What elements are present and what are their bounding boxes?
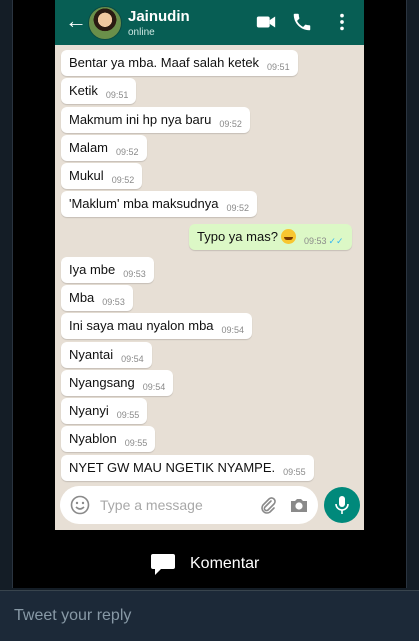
- message-text: 'Maklum' mba maksudnya: [69, 196, 219, 211]
- message-time: 09:54: [142, 382, 166, 392]
- message-bubble[interactable]: Nyangsang 09:54: [61, 370, 174, 396]
- message-time: 09:52: [219, 119, 242, 129]
- phone-call-icon[interactable]: [291, 11, 313, 33]
- whatsapp-screenshot: ← Jainudin online Bentar ya mba. Maaf sa…: [55, 0, 364, 530]
- message-text: Bentar ya mba. Maaf salah ketek: [69, 55, 260, 70]
- message-time: 09:55: [283, 467, 306, 477]
- comment-label: Komentar: [190, 555, 260, 572]
- message-text: Ketik: [69, 83, 98, 98]
- message-text: Nyanyi: [69, 403, 109, 418]
- microphone-icon: [335, 496, 349, 514]
- comment-button[interactable]: Komentar: [150, 551, 259, 577]
- message-bubble[interactable]: 'Maklum' mba maksudnya 09:52: [61, 191, 257, 217]
- chat-header: ← Jainudin online: [55, 0, 364, 45]
- message-bubble[interactable]: Mba 09:53: [61, 285, 133, 311]
- avatar[interactable]: [88, 6, 122, 40]
- message-text: Iya mbe: [69, 262, 116, 277]
- message-bubble[interactable]: Bentar ya mba. Maaf salah ketek 09:51: [61, 50, 298, 76]
- message-text: Mukul: [69, 168, 104, 183]
- message-time: 09:52: [226, 203, 249, 213]
- message-text: NYET GW MAU NGETIK NYAMPE.: [69, 460, 276, 475]
- message-text: Typo ya mas?: [197, 229, 278, 244]
- voice-record-button[interactable]: [324, 487, 360, 523]
- message-text: Nyablon: [69, 431, 117, 446]
- message-bubble[interactable]: Nyanyi 09:55: [61, 398, 148, 424]
- message-time: 09:54: [221, 325, 245, 335]
- message-bubble[interactable]: Ketik 09:51: [61, 78, 137, 104]
- message-bubble[interactable]: Mukul 09:52: [61, 163, 143, 189]
- message-time: 09:55: [116, 410, 140, 420]
- message-time: 09:53: [102, 297, 125, 307]
- message-composer[interactable]: Type a message: [60, 486, 318, 524]
- message-text: Mba: [69, 290, 95, 305]
- message-time: 09:54: [121, 354, 144, 364]
- message-time: 09:53: [303, 236, 327, 246]
- message-text: Ini saya mau nyalon mba: [69, 318, 214, 333]
- message-bubble[interactable]: NYET GW MAU NGETIK NYAMPE. 09:55: [61, 455, 314, 481]
- message-time: 09:52: [111, 175, 135, 185]
- message-time: 09:51: [105, 90, 129, 100]
- camera-icon[interactable]: [289, 496, 309, 514]
- video-call-icon[interactable]: [255, 11, 277, 33]
- back-arrow-icon[interactable]: ←: [65, 10, 87, 32]
- message-time: 09:55: [124, 438, 148, 448]
- message-bubble-outgoing[interactable]: Typo ya mas? 09:53 ✓✓: [189, 224, 352, 250]
- message-bubble[interactable]: Makmum ini hp nya baru 09:52: [61, 107, 250, 133]
- message-time: 09:52: [116, 147, 139, 157]
- message-time: 09:51: [267, 62, 290, 72]
- message-bubble[interactable]: Ini saya mau nyalon mba 09:54: [61, 313, 253, 339]
- message-input[interactable]: Type a message: [100, 497, 203, 513]
- tweet-reply-input[interactable]: Tweet your reply: [14, 607, 131, 625]
- message-bubble[interactable]: Malam 09:52: [61, 135, 147, 161]
- message-text: Nyangsang: [69, 375, 135, 390]
- message-bubble[interactable]: Iya mbe 09:53: [61, 257, 154, 283]
- contact-name[interactable]: Jainudin: [128, 8, 190, 25]
- attach-icon[interactable]: [259, 496, 277, 514]
- message-bubble[interactable]: Nyantai 09:54: [61, 342, 152, 368]
- read-receipt-icon: ✓✓: [328, 236, 344, 246]
- grin-sweat-emoji-icon: [280, 229, 296, 244]
- comment-bubble-icon: [151, 554, 175, 575]
- message-bubble[interactable]: Nyablon 09:55: [61, 426, 156, 452]
- message-text: Nyantai: [69, 347, 114, 362]
- message-text: Makmum ini hp nya baru: [69, 112, 212, 127]
- tweet-reply-bar[interactable]: Tweet your reply: [0, 590, 419, 641]
- more-options-icon[interactable]: [335, 11, 349, 33]
- emoji-icon[interactable]: [70, 495, 90, 515]
- message-time: 09:53: [123, 269, 146, 279]
- contact-status: online: [128, 27, 155, 38]
- message-text: Malam: [69, 140, 109, 155]
